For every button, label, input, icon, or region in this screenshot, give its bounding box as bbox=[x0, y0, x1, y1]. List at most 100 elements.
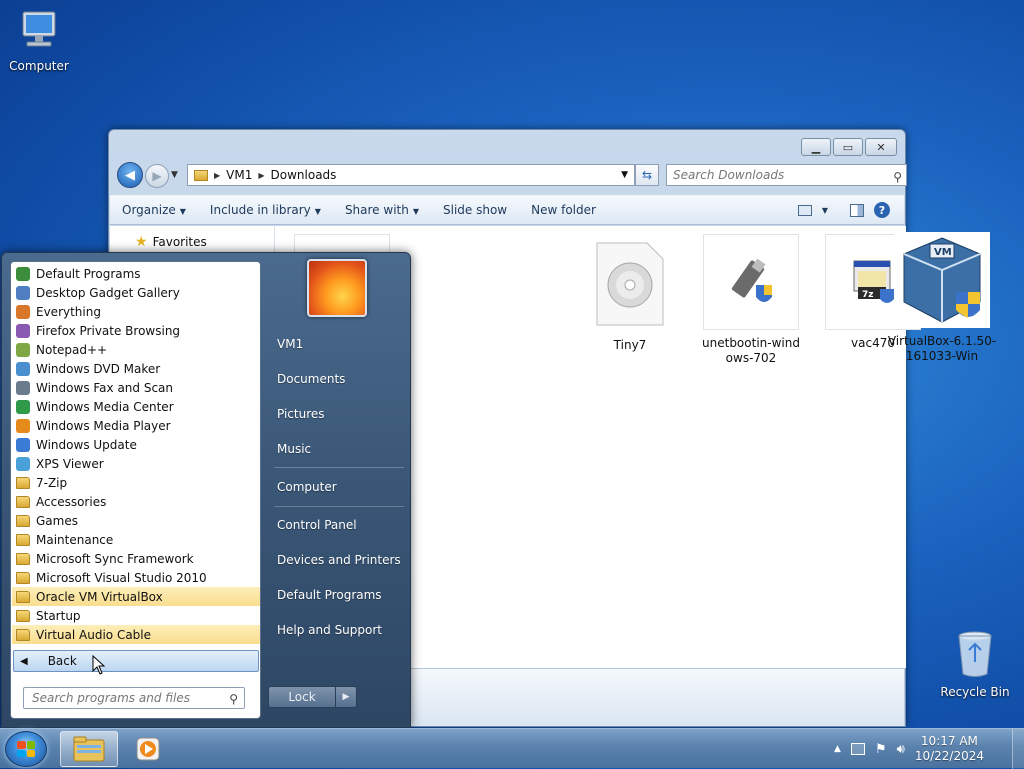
action-center-flag-icon[interactable]: ⚑ bbox=[875, 742, 887, 757]
program-item[interactable]: Everything bbox=[12, 302, 260, 321]
address-dropdown-icon[interactable]: ▼ bbox=[621, 170, 628, 180]
program-item[interactable]: XPS Viewer bbox=[12, 454, 260, 473]
maximize-button[interactable]: ▭ bbox=[833, 138, 863, 156]
program-item[interactable]: Microsoft Visual Studio 2010 bbox=[12, 568, 260, 587]
show-hidden-icons-icon[interactable]: ▲ bbox=[834, 744, 841, 754]
clock[interactable]: 10:17 AM 10/22/2024 bbox=[915, 734, 984, 764]
shutdown-options-arrow-icon[interactable]: ▶ bbox=[335, 686, 357, 708]
show-desktop-button[interactable] bbox=[1012, 729, 1024, 769]
program-item[interactable]: Windows DVD Maker bbox=[12, 359, 260, 378]
nav-item-favorites[interactable]: ★ Favorites bbox=[135, 234, 207, 250]
program-item[interactable]: Notepad++ bbox=[12, 340, 260, 359]
file-name: Tiny7 bbox=[613, 338, 647, 352]
refresh-button[interactable]: ⇆ bbox=[635, 164, 659, 186]
volume-icon[interactable]: 🔊︎ bbox=[897, 742, 905, 757]
start-right-computer[interactable]: Computer bbox=[277, 480, 337, 494]
desktop-icon-label: Computer bbox=[9, 59, 69, 73]
include-in-library-menu[interactable]: Include in library ▼ bbox=[198, 203, 333, 217]
program-item[interactable]: Windows Update bbox=[12, 435, 260, 454]
start-right-control-panel[interactable]: Control Panel bbox=[277, 518, 357, 532]
program-item[interactable]: Windows Media Center bbox=[12, 397, 260, 416]
caption-buttons: ▁ ▭ ✕ bbox=[801, 138, 897, 156]
program-item[interactable]: Microsoft Sync Framework bbox=[12, 549, 260, 568]
start-right-devices-printers[interactable]: Devices and Printers bbox=[277, 553, 401, 567]
fax-scan-icon bbox=[15, 380, 31, 396]
breadcrumb-separator-icon[interactable]: ▶ bbox=[214, 171, 220, 180]
program-label: Microsoft Visual Studio 2010 bbox=[36, 570, 207, 585]
virtualbox-icon: VM bbox=[894, 232, 990, 328]
media-player-icon bbox=[15, 418, 31, 434]
program-item[interactable]: Windows Fax and Scan bbox=[12, 378, 260, 397]
file-item[interactable]: unetbootin-wind ows-702 bbox=[701, 234, 801, 366]
breadcrumb-separator-icon[interactable]: ▶ bbox=[258, 171, 264, 180]
search-placeholder: Search Downloads bbox=[673, 168, 785, 182]
help-icon[interactable]: ? bbox=[874, 202, 890, 218]
svg-text:VM: VM bbox=[934, 247, 952, 258]
preview-pane-icon[interactable] bbox=[850, 203, 864, 217]
back-label: Back bbox=[47, 654, 77, 668]
forward-arrow-button[interactable]: ▶ bbox=[145, 164, 169, 188]
address-bar[interactable]: ▶ VM1 ▶ Downloads ▼ bbox=[187, 164, 635, 186]
program-item[interactable]: Default Programs bbox=[12, 264, 260, 283]
slide-show-button[interactable]: Slide show bbox=[431, 203, 519, 217]
program-item[interactable]: Firefox Private Browsing bbox=[12, 321, 260, 340]
program-item[interactable]: Oracle VM VirtualBox bbox=[12, 587, 260, 606]
star-icon: ★ bbox=[135, 234, 148, 250]
start-menu: Default Programs Desktop Gadget Gallery Ev… bbox=[1, 252, 411, 728]
computer-icon bbox=[22, 11, 56, 47]
start-right-help-support[interactable]: Help and Support bbox=[277, 623, 382, 637]
back-arrow-button[interactable]: ◀ bbox=[117, 162, 143, 188]
file-item[interactable]: VM VirtualBox-6.1.50- 161033-Win bbox=[887, 232, 997, 364]
taskbar-media-player-button[interactable] bbox=[126, 731, 170, 767]
organize-menu[interactable]: Organize ▼ bbox=[110, 203, 198, 217]
desktop-icon-label: Recycle Bin bbox=[940, 685, 1010, 699]
program-item[interactable]: Accessories bbox=[12, 492, 260, 511]
view-dropdown-icon[interactable]: ▼ bbox=[822, 206, 828, 215]
program-item[interactable]: Windows Media Player bbox=[12, 416, 260, 435]
start-right-vm1[interactable]: VM1 bbox=[277, 337, 303, 351]
start-menu-programs-panel: Default Programs Desktop Gadget Gallery Ev… bbox=[10, 261, 261, 719]
close-button[interactable]: ✕ bbox=[865, 138, 897, 156]
share-with-menu[interactable]: Share with ▼ bbox=[333, 203, 431, 217]
folder-icon bbox=[15, 494, 31, 510]
start-right-pictures[interactable]: Pictures bbox=[277, 407, 325, 421]
network-icon[interactable] bbox=[850, 743, 865, 755]
file-name: unetbootin-wind ows-702 bbox=[702, 336, 800, 365]
start-right-default-programs[interactable]: Default Programs bbox=[277, 588, 382, 602]
program-item[interactable]: Desktop Gadget Gallery bbox=[12, 283, 260, 302]
breadcrumb-downloads[interactable]: Downloads bbox=[271, 168, 337, 182]
start-button[interactable] bbox=[5, 731, 47, 767]
new-folder-button[interactable]: New folder bbox=[519, 203, 608, 217]
organize-label: Organize bbox=[122, 203, 176, 217]
clock-time: 10:17 AM bbox=[920, 734, 978, 748]
change-view-icon[interactable] bbox=[797, 204, 812, 216]
user-picture[interactable] bbox=[307, 259, 367, 317]
search-downloads-input[interactable]: Search Downloads ⚲ bbox=[666, 164, 907, 186]
folder-icon bbox=[15, 532, 31, 548]
folder-icon bbox=[194, 168, 208, 182]
program-item[interactable]: Startup bbox=[12, 606, 260, 625]
program-item[interactable]: Games bbox=[12, 511, 260, 530]
lock-button[interactable]: Lock bbox=[268, 686, 336, 708]
desktop-icon-recycle-bin[interactable]: Recycle Bin bbox=[936, 630, 1014, 699]
program-label: Virtual Audio Cable bbox=[36, 627, 152, 642]
breadcrumb-vm1[interactable]: VM1 bbox=[226, 168, 252, 182]
start-right-music[interactable]: Music bbox=[277, 442, 311, 456]
program-item[interactable]: Maintenance bbox=[12, 530, 260, 549]
recycle-bin-icon bbox=[958, 631, 992, 677]
folder-icon bbox=[15, 551, 31, 567]
folder-icon bbox=[15, 475, 31, 491]
minimize-button[interactable]: ▁ bbox=[801, 138, 831, 156]
firefox-private-icon bbox=[15, 323, 31, 339]
taskbar-explorer-button[interactable] bbox=[60, 731, 118, 767]
program-item[interactable]: 7-Zip bbox=[12, 473, 260, 492]
chevron-down-icon: ▼ bbox=[314, 207, 321, 216]
search-programs-input[interactable]: Search programs and files ⚲ bbox=[23, 687, 245, 709]
desktop-icon-computer[interactable]: Computer bbox=[0, 8, 78, 73]
recent-pages-dropdown[interactable]: ▼ bbox=[171, 170, 178, 180]
file-item[interactable]: Tiny7 bbox=[580, 236, 680, 353]
start-right-documents[interactable]: Documents bbox=[277, 372, 345, 386]
program-label: XPS Viewer bbox=[36, 456, 104, 471]
program-item[interactable]: Virtual Audio Cable bbox=[12, 625, 260, 644]
back-button[interactable]: ◀ Back bbox=[13, 650, 259, 675]
